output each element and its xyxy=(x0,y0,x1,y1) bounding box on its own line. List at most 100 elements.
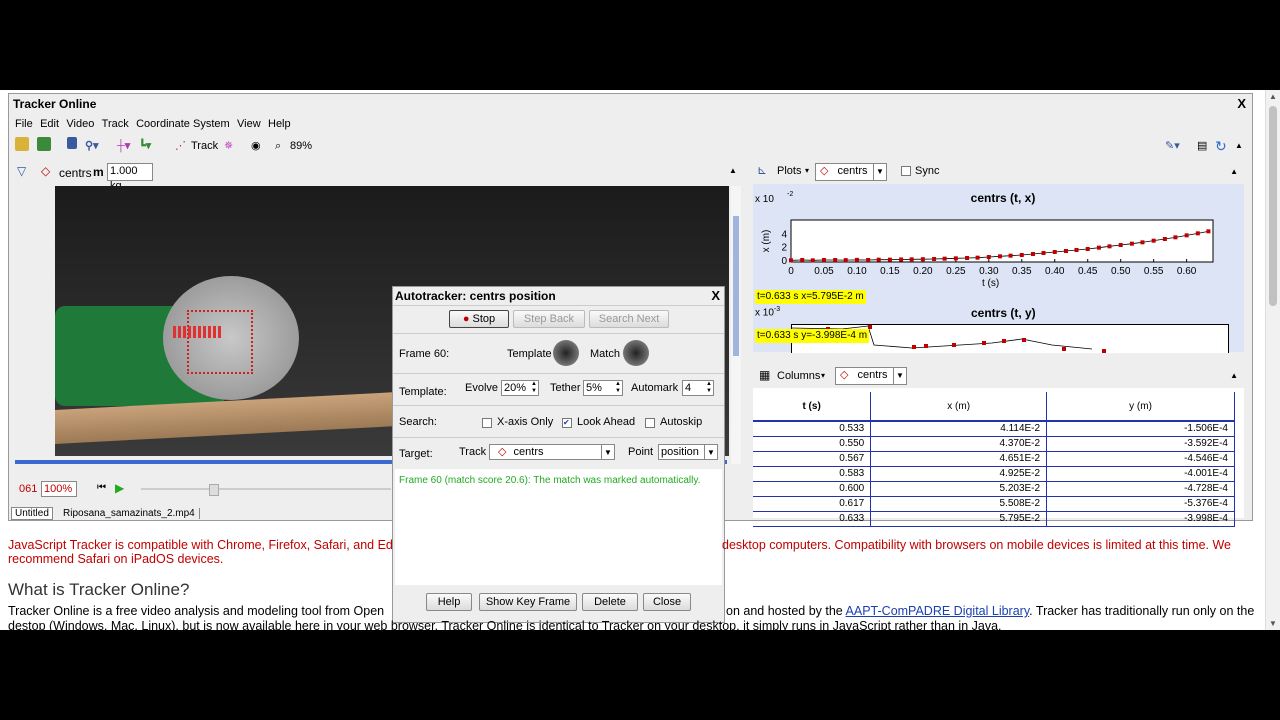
columns-menu[interactable]: Columns xyxy=(777,370,820,382)
table-row[interactable]: 0.600 5.203E-2 -4.728E-4 xyxy=(753,481,1235,497)
tab-video-file[interactable]: Riposana_samazinats_2.mp4 xyxy=(59,508,200,519)
cell-y[interactable]: -4.728E-4 xyxy=(1046,481,1235,497)
sync-checkbox[interactable] xyxy=(901,166,911,176)
comPADRE-link[interactable]: AAPT-ComPADRE Digital Library xyxy=(846,604,1030,618)
col-header-t[interactable]: t (s) xyxy=(753,392,872,422)
col-header-y[interactable]: y (m) xyxy=(1046,392,1235,422)
close-button[interactable]: Close xyxy=(643,593,691,611)
chevron-down-icon[interactable]: ▼ xyxy=(704,445,717,459)
table-row[interactable]: 0.617 5.508E-2 -5.376E-4 xyxy=(753,496,1235,512)
menu-help[interactable]: Help xyxy=(268,118,291,130)
cell-y[interactable]: -3.998E-4 xyxy=(1046,511,1235,527)
chevron-down-icon[interactable]: ▼ xyxy=(893,368,906,384)
show-key-frame-button[interactable]: Show Key Frame xyxy=(479,593,577,611)
rewind-icon[interactable]: ⏮ xyxy=(97,482,106,493)
cell-t[interactable]: 0.617 xyxy=(753,496,872,512)
spinner-arrows-icon[interactable]: ▲ ▼ xyxy=(531,381,537,395)
delete-button[interactable]: Delete xyxy=(582,593,638,611)
menu-edit[interactable]: Edit xyxy=(40,118,59,130)
xaxis-only-checkbox[interactable] xyxy=(482,418,492,428)
mass-field[interactable]: 1.000 kg xyxy=(107,163,153,192)
calibration-icon[interactable]: ⚲▾ xyxy=(85,137,99,155)
frame-slider-thumb[interactable] xyxy=(209,484,219,496)
table-row[interactable]: 0.550 4.370E-2 -3.592E-4 xyxy=(753,436,1235,452)
menu-video[interactable]: Video xyxy=(66,118,94,130)
save-icon[interactable] xyxy=(37,137,51,157)
cell-x[interactable]: 4.925E-2 xyxy=(870,466,1048,482)
track-name[interactable]: centrs xyxy=(59,166,92,180)
track-icon[interactable]: ⋰ xyxy=(175,137,186,155)
target-track-select[interactable]: ◇ centrs ▼ xyxy=(489,444,615,460)
eye-icon[interactable]: ◉ xyxy=(251,137,261,155)
chevron-down-icon[interactable]: ▼ xyxy=(601,445,614,459)
evolve-spinner[interactable]: 20% ▲ ▼ xyxy=(501,380,539,396)
table-track-select[interactable]: ◇ centrs ▼ xyxy=(835,367,907,385)
cell-x[interactable]: 4.370E-2 xyxy=(870,436,1048,452)
cell-t[interactable]: 0.533 xyxy=(753,421,872,437)
collapse-table-icon[interactable]: ▲ xyxy=(1230,371,1238,380)
scroll-down-arrow-icon[interactable]: ▼ xyxy=(1269,619,1277,628)
col-header-x[interactable]: x (m) xyxy=(870,392,1048,422)
measuring-tools-icon[interactable]: ┗▾ xyxy=(139,137,151,155)
table-row[interactable]: 0.633 5.795E-2 -3.998E-4 xyxy=(753,511,1235,527)
cell-x[interactable]: 5.795E-2 xyxy=(870,511,1048,527)
search-next-button[interactable]: Search Next xyxy=(589,310,669,328)
notes-icon[interactable]: ▤ xyxy=(1197,137,1207,155)
table-row[interactable]: 0.567 4.651E-2 -4.546E-4 xyxy=(753,451,1235,467)
cell-t[interactable]: 0.633 xyxy=(753,511,872,527)
table-row[interactable]: 0.583 4.925E-2 -4.001E-4 xyxy=(753,466,1235,482)
tether-spinner[interactable]: 5% ▲ ▼ xyxy=(583,380,623,396)
app-close-button[interactable]: X xyxy=(1237,96,1246,111)
cell-x[interactable]: 5.203E-2 xyxy=(870,481,1048,497)
help-button[interactable]: Help xyxy=(426,593,472,611)
plots-menu-arrow-icon[interactable]: ▾ xyxy=(805,166,809,175)
pencil-icon[interactable]: ✎▾ xyxy=(1165,137,1180,155)
cell-x[interactable]: 5.508E-2 xyxy=(870,496,1048,512)
menu-view[interactable]: View xyxy=(237,118,261,130)
step-back-button[interactable]: Step Back xyxy=(513,310,585,328)
scroll-up-arrow-icon[interactable]: ▲ xyxy=(1269,92,1277,101)
track-button[interactable]: Track xyxy=(191,137,218,155)
cell-t[interactable]: 0.600 xyxy=(753,481,872,497)
rate-field[interactable]: 100% xyxy=(41,481,77,497)
autoskip-checkbox[interactable] xyxy=(645,418,655,428)
plot-t-x[interactable]: x 10 -2 centrs (t, x) x (m) t (s) 0 0.05 0.10 0.… xyxy=(753,184,1244,300)
collapse-plots-icon[interactable]: ▲ xyxy=(1230,167,1238,176)
frame-counter[interactable]: 061 xyxy=(19,483,37,495)
plots-track-select[interactable]: ◇ centrs ▼ xyxy=(815,163,887,181)
axes-icon[interactable]: ┼▾ xyxy=(117,137,130,155)
open-folder-icon[interactable] xyxy=(15,137,29,157)
cell-y[interactable]: -4.001E-4 xyxy=(1046,466,1235,482)
video-clip-icon[interactable] xyxy=(67,137,77,155)
spinner-arrows-icon[interactable]: ▲ ▼ xyxy=(706,381,712,395)
autotracker-close-x[interactable]: X xyxy=(711,288,720,303)
cell-y[interactable]: -5.376E-4 xyxy=(1046,496,1235,512)
zoom-icon[interactable]: ⌕ xyxy=(275,137,281,155)
zoom-level[interactable]: 89% xyxy=(290,137,312,155)
plots-menu[interactable]: Plots xyxy=(777,165,801,177)
collapse-trackbar-icon[interactable]: ▲ xyxy=(729,166,737,175)
look-ahead-checkbox[interactable]: ✔ xyxy=(562,418,572,428)
point-select[interactable]: position ▼ xyxy=(658,444,718,460)
data-table[interactable]: t (s) x (m) y (m) 0.533 4.114E-2 -1.506E-4… xyxy=(753,392,1235,527)
menu-track[interactable]: Track xyxy=(102,118,129,130)
cell-t[interactable]: 0.583 xyxy=(753,466,872,482)
cell-y[interactable]: -1.506E-4 xyxy=(1046,421,1235,437)
spinner-arrows-icon[interactable]: ▲ ▼ xyxy=(615,381,621,395)
automark-spinner[interactable]: 4 ▲ ▼ xyxy=(682,380,714,396)
refresh-icon[interactable]: ↻ xyxy=(1215,137,1227,155)
page-scrollbar[interactable]: ▲ ▼ xyxy=(1265,90,1280,630)
columns-menu-arrow-icon[interactable]: ▾ xyxy=(821,371,825,380)
menu-coordinate-system[interactable]: Coordinate System xyxy=(136,118,230,130)
chevron-down-icon[interactable]: ▼ xyxy=(873,164,886,180)
cell-t[interactable]: 0.550 xyxy=(753,436,872,452)
video-vertical-scrollbar[interactable] xyxy=(731,186,741,464)
track-menu-icon[interactable]: ▽ xyxy=(17,164,26,178)
frame-slider[interactable] xyxy=(141,488,391,490)
tab-untitled[interactable]: Untitled xyxy=(11,507,53,520)
stop-button[interactable]: ● Stop xyxy=(449,310,509,328)
scrollbar-thumb[interactable] xyxy=(1269,106,1277,306)
collapse-toolbar-icon[interactable]: ▲ xyxy=(1235,137,1243,155)
autotracker-icon[interactable]: ✵ xyxy=(224,137,233,155)
cell-x[interactable]: 4.651E-2 xyxy=(870,451,1048,467)
